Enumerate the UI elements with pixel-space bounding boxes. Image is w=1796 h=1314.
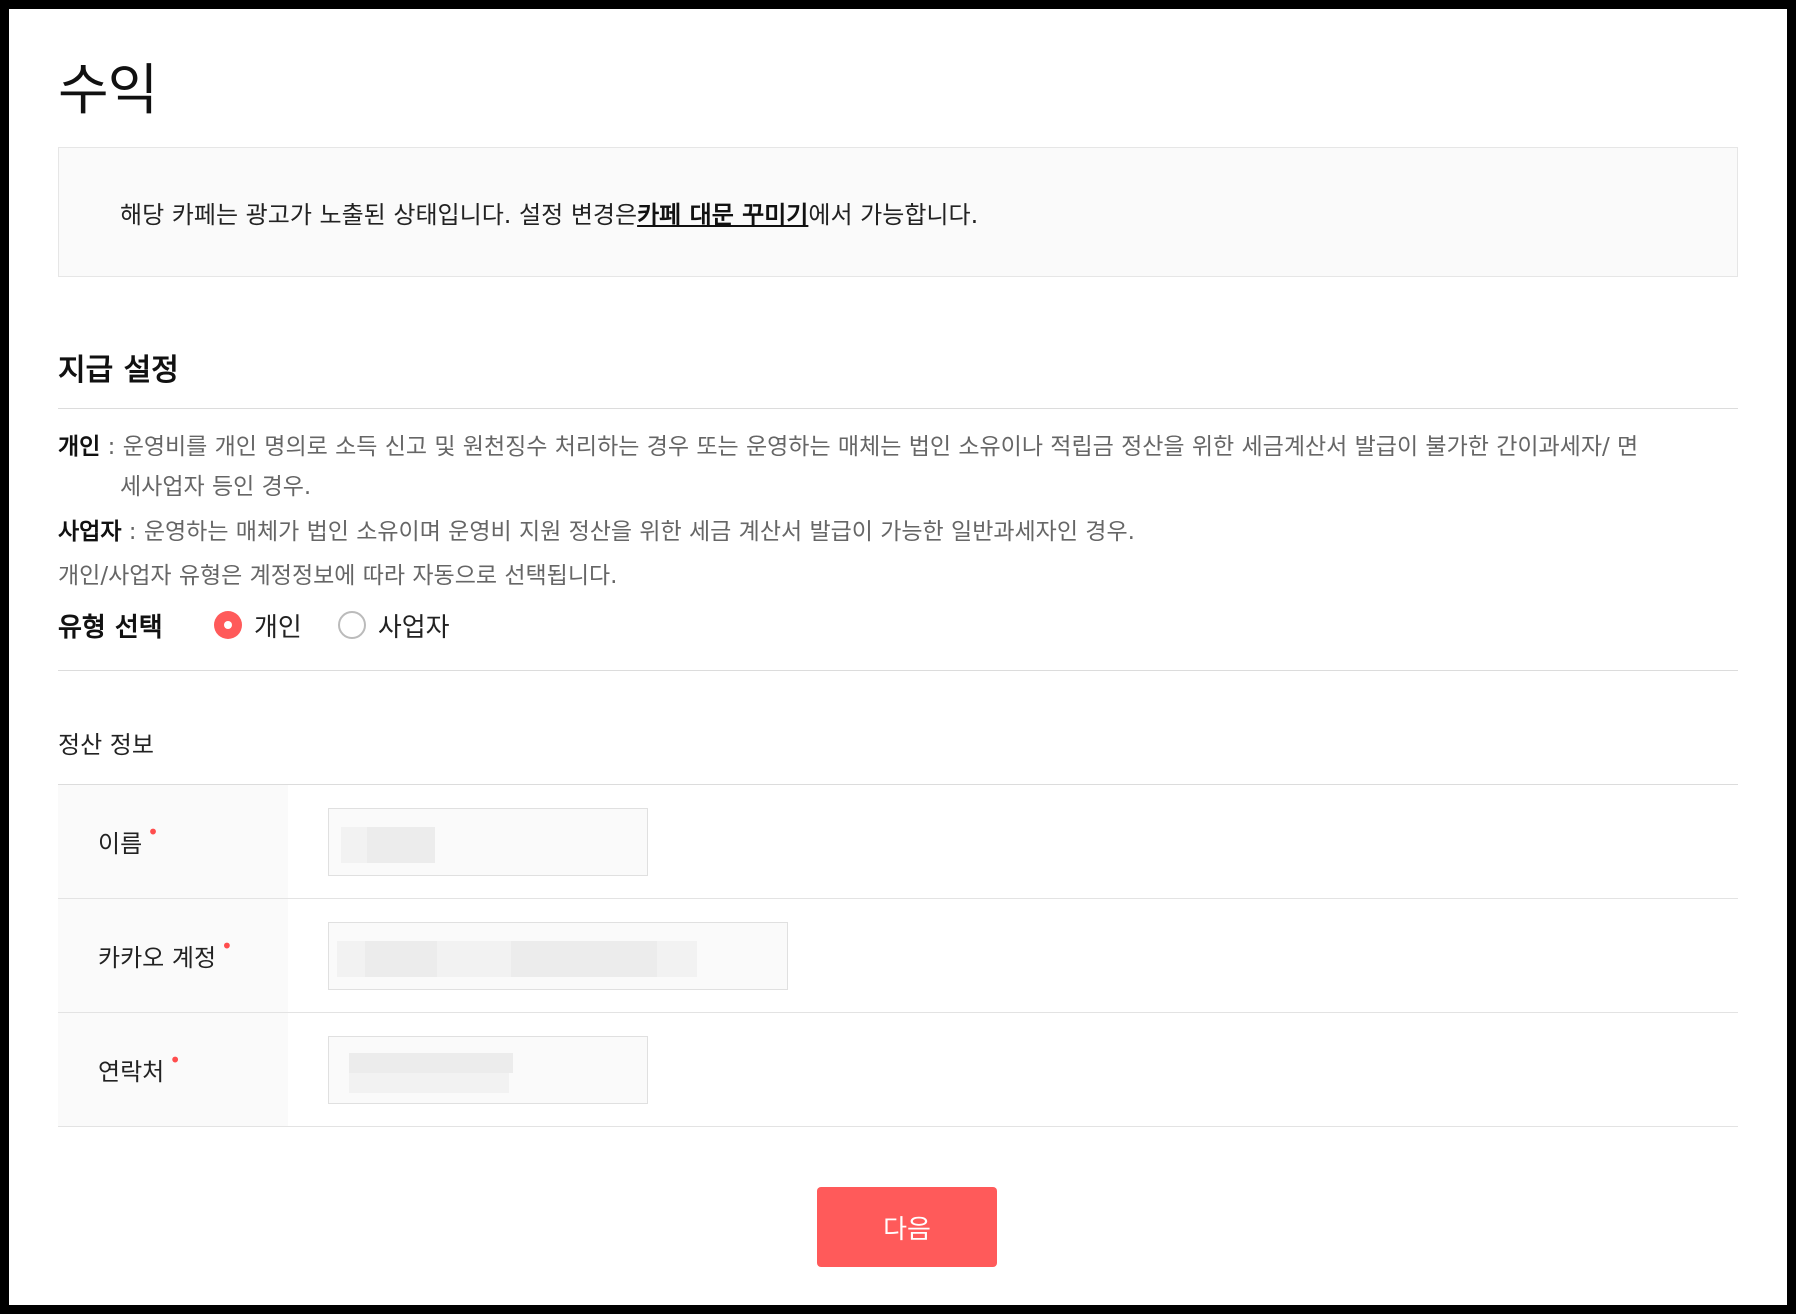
auto-select-note: 개인/사업자 유형은 계정정보에 따라 자동으로 선택됩니다. bbox=[58, 563, 618, 589]
required-dot: • bbox=[221, 933, 233, 958]
redacted-block bbox=[437, 940, 511, 977]
redacted-block bbox=[367, 826, 435, 863]
individual-term: 개인 bbox=[58, 434, 101, 460]
type-divider bbox=[58, 670, 1738, 671]
settlement-form: 이름 • 카카오 계정 • 연락처 • bbox=[58, 784, 1738, 1127]
redacted-block bbox=[337, 940, 365, 977]
contact-label: 연락처 bbox=[98, 1058, 165, 1086]
name-label: 이름 bbox=[98, 830, 143, 858]
form-cell-kakao-account bbox=[288, 899, 1738, 1012]
required-dot: • bbox=[169, 1047, 182, 1072]
type-select-label: 유형 선택 bbox=[58, 612, 163, 643]
notice-text-before: 해당 카페는 광고가 노출된 상태입니다. 설정 변경은 bbox=[120, 200, 638, 229]
radio-individual-label: 개인 bbox=[254, 612, 302, 643]
kakao-account-label: 카카오 계정 bbox=[98, 944, 217, 972]
form-cell-contact bbox=[288, 1013, 1738, 1126]
individual-text-cont: 세사업자 등인 경우. bbox=[120, 474, 312, 500]
section-divider bbox=[58, 408, 1738, 409]
notice-text-after: 에서 가능합니다. bbox=[808, 200, 979, 229]
redacted-block bbox=[511, 940, 657, 977]
radio-business-label: 사업자 bbox=[377, 612, 450, 643]
name-input[interactable] bbox=[328, 807, 648, 876]
required-dot: • bbox=[147, 819, 159, 844]
individual-description: 개인 : 운영비를 개인 명의로 소득 신고 및 원천징수 처리하는 경우 또는… bbox=[58, 427, 1738, 507]
business-description: 사업자 : 운영하는 매체가 법인 소유이며 운영비 지원 정산을 위한 세금 … bbox=[58, 512, 1738, 552]
form-row-kakao-account: 카카오 계정 • bbox=[58, 899, 1738, 1013]
business-term: 사업자 bbox=[58, 519, 122, 545]
page-title: 수익 bbox=[58, 58, 158, 122]
kakao-account-input[interactable] bbox=[328, 921, 788, 990]
redacted-block bbox=[341, 826, 367, 863]
type-select-row: 유형 선택 개인 사업자 bbox=[58, 603, 486, 647]
form-row-name: 이름 • bbox=[58, 785, 1738, 899]
business-text: : 운영하는 매체가 법인 소유이며 운영비 지원 정산을 위한 세금 계산서 … bbox=[121, 519, 1135, 545]
redacted-block bbox=[365, 940, 437, 977]
form-label-kakao-account: 카카오 계정 • bbox=[58, 899, 288, 1012]
form-label-contact: 연락처 • bbox=[58, 1013, 288, 1126]
page-frame: 수익 해당 카페는 광고가 노출된 상태입니다. 설정 변경은 카페 대문 꾸미… bbox=[9, 9, 1787, 1305]
contact-input[interactable] bbox=[328, 1035, 648, 1104]
settlement-info-title: 정산 정보 bbox=[58, 731, 154, 759]
redacted-block bbox=[349, 1072, 509, 1093]
radio-option-business[interactable]: 사업자 bbox=[337, 607, 450, 644]
redacted-block bbox=[657, 940, 697, 977]
payment-settings-title: 지급 설정 bbox=[58, 353, 179, 388]
ad-notice-box: 해당 카페는 광고가 노출된 상태입니다. 설정 변경은 카페 대문 꾸미기 에서… bbox=[58, 147, 1738, 277]
form-cell-name bbox=[288, 785, 1738, 898]
form-label-name: 이름 • bbox=[58, 785, 288, 898]
redacted-block bbox=[349, 1052, 513, 1073]
radio-individual[interactable] bbox=[214, 611, 242, 639]
form-row-contact: 연락처 • bbox=[58, 1013, 1738, 1127]
radio-option-individual[interactable]: 개인 bbox=[214, 607, 302, 644]
cafe-front-decorate-link[interactable]: 카페 대문 꾸미기 bbox=[637, 195, 808, 230]
radio-business[interactable] bbox=[337, 611, 366, 639]
individual-text: : 운영비를 개인 명의로 소득 신고 및 원천징수 처리하는 경우 또는 운영… bbox=[100, 434, 1639, 460]
next-button[interactable]: 다음 bbox=[817, 1187, 997, 1267]
